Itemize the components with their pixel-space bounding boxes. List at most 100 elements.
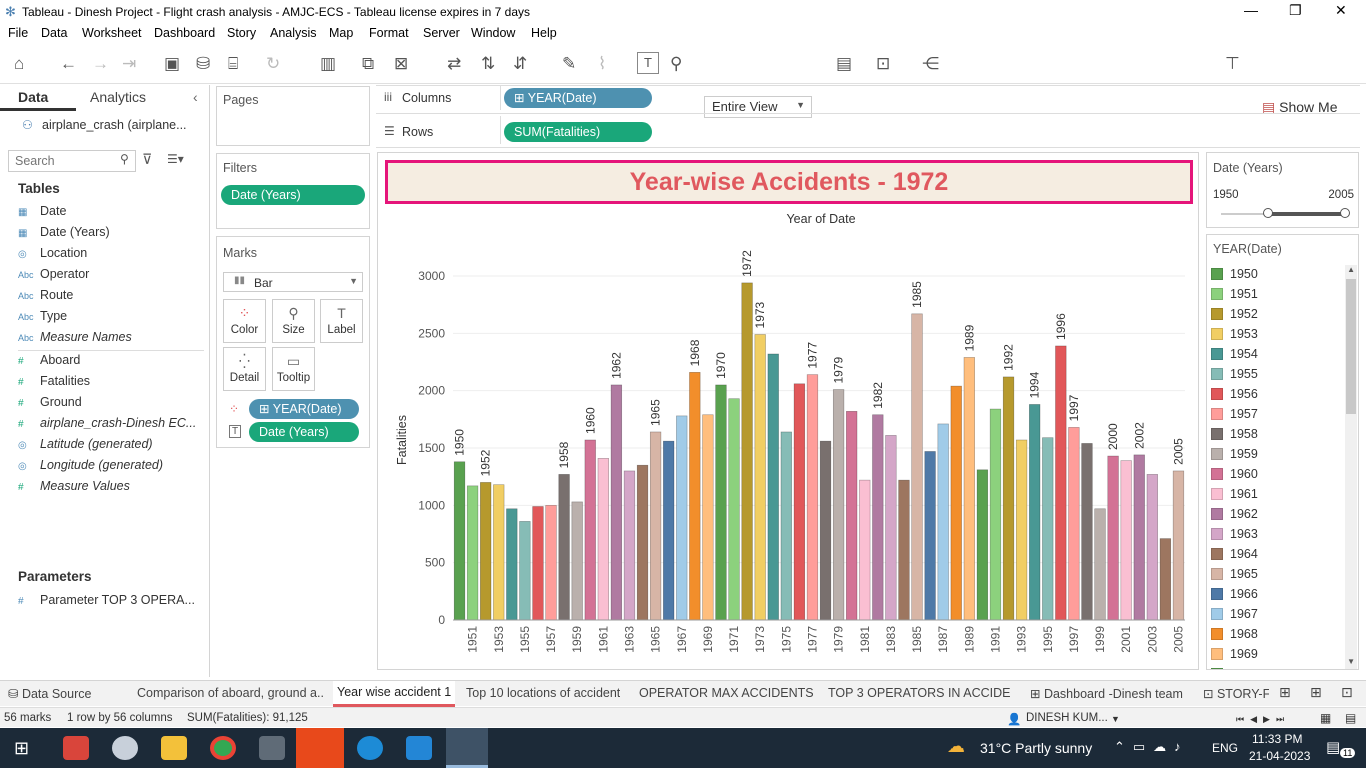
tab-data-source[interactable]: ⛁ Data Source [8,686,91,701]
new-dashboard-icon[interactable]: ⊞ [1310,684,1322,701]
field-item[interactable]: ◎ Location [18,244,87,262]
field-item[interactable]: Abc Route [18,286,73,304]
presentation-mode-icon[interactable]: ⊡ [876,54,890,74]
clock-date[interactable]: 21-04-2023 [1249,749,1310,763]
menu-window[interactable]: Window [471,26,515,40]
app-icon-red[interactable] [63,736,89,760]
tab-operator-max[interactable]: OPERATOR MAX ACCIDENTS [639,686,814,700]
collapse-pane-icon[interactable]: ‹ [193,89,198,105]
menu-server[interactable]: Server [423,26,460,40]
new-worksheet-icon[interactable]: ▥ [320,54,336,74]
chevron-down-icon[interactable]: ▼ [1111,714,1120,724]
app-icon-paint[interactable] [112,736,138,760]
menu-analysis[interactable]: Analysis [270,26,317,40]
scroll-up-icon[interactable]: ▲ [1347,265,1355,274]
sort-ascending-icon[interactable]: ⇅ [481,54,495,74]
clock-time[interactable]: 11:33 PM [1252,732,1302,746]
sort-descending-icon[interactable]: ⇵ [513,54,527,74]
detail-button[interactable]: ⁛ Detail [223,347,266,391]
menu-file[interactable]: File [8,26,28,40]
field-item[interactable]: # Fatalities [18,372,90,390]
tab-top3-operators[interactable]: TOP 3 OPERATORS IN ACCIDE... [828,686,1010,700]
legend-item[interactable]: 1967 [1211,604,1258,624]
save-icon[interactable]: ▣ [164,54,180,74]
notification-icon[interactable]: ▤ [1326,738,1340,756]
group-members-icon[interactable]: ⌇ [598,54,606,74]
datasource-name[interactable]: airplane_crash (airplane... [42,118,187,132]
legend-item[interactable]: 1950 [1211,264,1258,284]
weather-text[interactable]: 31°C Partly sunny [980,740,1092,756]
show-cards-icon[interactable]: ▤ [836,54,852,74]
mark-type-dropdown[interactable]: ▮▮ Bar ▼ [223,272,363,292]
clear-sheet-icon[interactable]: ⊠ [394,54,408,74]
columns-pill-year-date[interactable]: ⊞ YEAR(Date) [504,88,652,108]
view-options-icon[interactable]: ☰▾ [167,152,184,166]
edge-icon[interactable] [357,736,383,760]
close-icon[interactable]: ✕ [1335,2,1347,19]
legend-item[interactable]: 1954 [1211,344,1258,364]
size-button[interactable]: ⚲ Size [272,299,315,343]
field-item[interactable]: # Measure Values [18,477,130,495]
legend-item[interactable]: 1957 [1211,404,1258,424]
file-explorer-icon[interactable] [161,736,187,760]
legend-item[interactable]: 1956 [1211,384,1258,404]
color-button[interactable]: ⁘ Color [223,299,266,343]
home-icon[interactable]: ⌂ [14,54,24,74]
sheet-navigation-icons[interactable]: ⏮◀▶⏭ [1236,714,1290,725]
menu-data[interactable]: Data [41,26,67,40]
worksheet-title[interactable]: Year-wise Accidents - 1972 [385,160,1193,204]
tab-data[interactable]: Data [18,89,48,105]
restore-icon[interactable]: ❐ [1289,2,1302,19]
legend-item[interactable]: 1951 [1211,284,1258,304]
field-item[interactable]: Abc Type [18,307,67,325]
format-painter-icon[interactable]: ⊤ [1225,54,1240,74]
share-icon[interactable]: ⋲ [922,54,939,74]
chrome-icon[interactable] [210,736,236,760]
legend-item[interactable]: 1965 [1211,564,1258,584]
range-handle-max[interactable] [1340,208,1350,218]
field-item[interactable]: ◎ Longitude (generated) [18,456,163,474]
tab-story[interactable]: ⊡ STORY-F [1203,686,1269,701]
field-item[interactable]: Abc Operator [18,265,89,283]
field-item[interactable]: Abc Measure Names [18,328,132,346]
legend-item[interactable]: 1953 [1211,324,1258,344]
system-tray-icons[interactable]: ⌃▭☁♪ [1114,739,1189,755]
label-button[interactable]: T Label [320,299,363,343]
new-story-icon[interactable]: ⊡ [1341,684,1353,701]
search-input[interactable] [8,150,136,172]
legend-item[interactable]: 1960 [1211,464,1258,484]
refresh-icon[interactable]: ↻ [266,54,280,74]
menu-map[interactable]: Map [329,26,353,40]
tab-dashboard[interactable]: ⊞ Dashboard -Dinesh team [1030,686,1183,701]
menu-help[interactable]: Help [531,26,557,40]
filter-icon[interactable]: ⊽ [142,151,152,168]
legend-item[interactable]: 1952 [1211,304,1258,324]
menu-dashboard[interactable]: Dashboard [154,26,215,40]
range-handle-min[interactable] [1263,208,1273,218]
replay-icon[interactable]: ⇥ [122,54,136,74]
field-item[interactable]: # Aboard [18,351,80,369]
tab-comparison[interactable]: Comparison of aboard, ground a... [137,686,325,700]
legend-item[interactable]: 1962 [1211,504,1258,524]
tab-top10-locations[interactable]: Top 10 locations of accident [466,686,620,700]
sheet-sorter-icon[interactable]: ▦ [1320,711,1331,725]
legend-item[interactable]: 1966 [1211,584,1258,604]
filters-shelf[interactable]: Filters Date (Years) [216,153,370,229]
tab-year-wise-accident[interactable]: Year wise accident 1 [333,681,456,707]
tableau-taskbar-icon[interactable] [446,728,488,768]
film-strip-icon[interactable]: ▤ [1345,711,1356,725]
new-datasource-icon[interactable]: ⛁ [196,54,210,74]
legend-item[interactable]: 1959 [1211,444,1258,464]
minimize-icon[interactable]: — [1244,2,1258,18]
scroll-down-icon[interactable]: ▼ [1347,657,1355,666]
legend-item[interactable]: 1969 [1211,644,1258,664]
redo-icon[interactable]: → [92,54,109,74]
app-icon-dark[interactable] [259,736,285,760]
wps-office-icon[interactable] [296,728,344,768]
pause-updates-icon[interactable]: ⌸ [228,54,238,74]
legend-item[interactable]: 1955 [1211,364,1258,384]
scrollbar-thumb[interactable] [1346,279,1356,414]
legend-item[interactable]: 1961 [1211,484,1258,504]
filter-pill-date-years[interactable]: Date (Years) [221,185,365,205]
field-item[interactable]: # airplane_crash-Dinesh EC... [18,414,196,432]
